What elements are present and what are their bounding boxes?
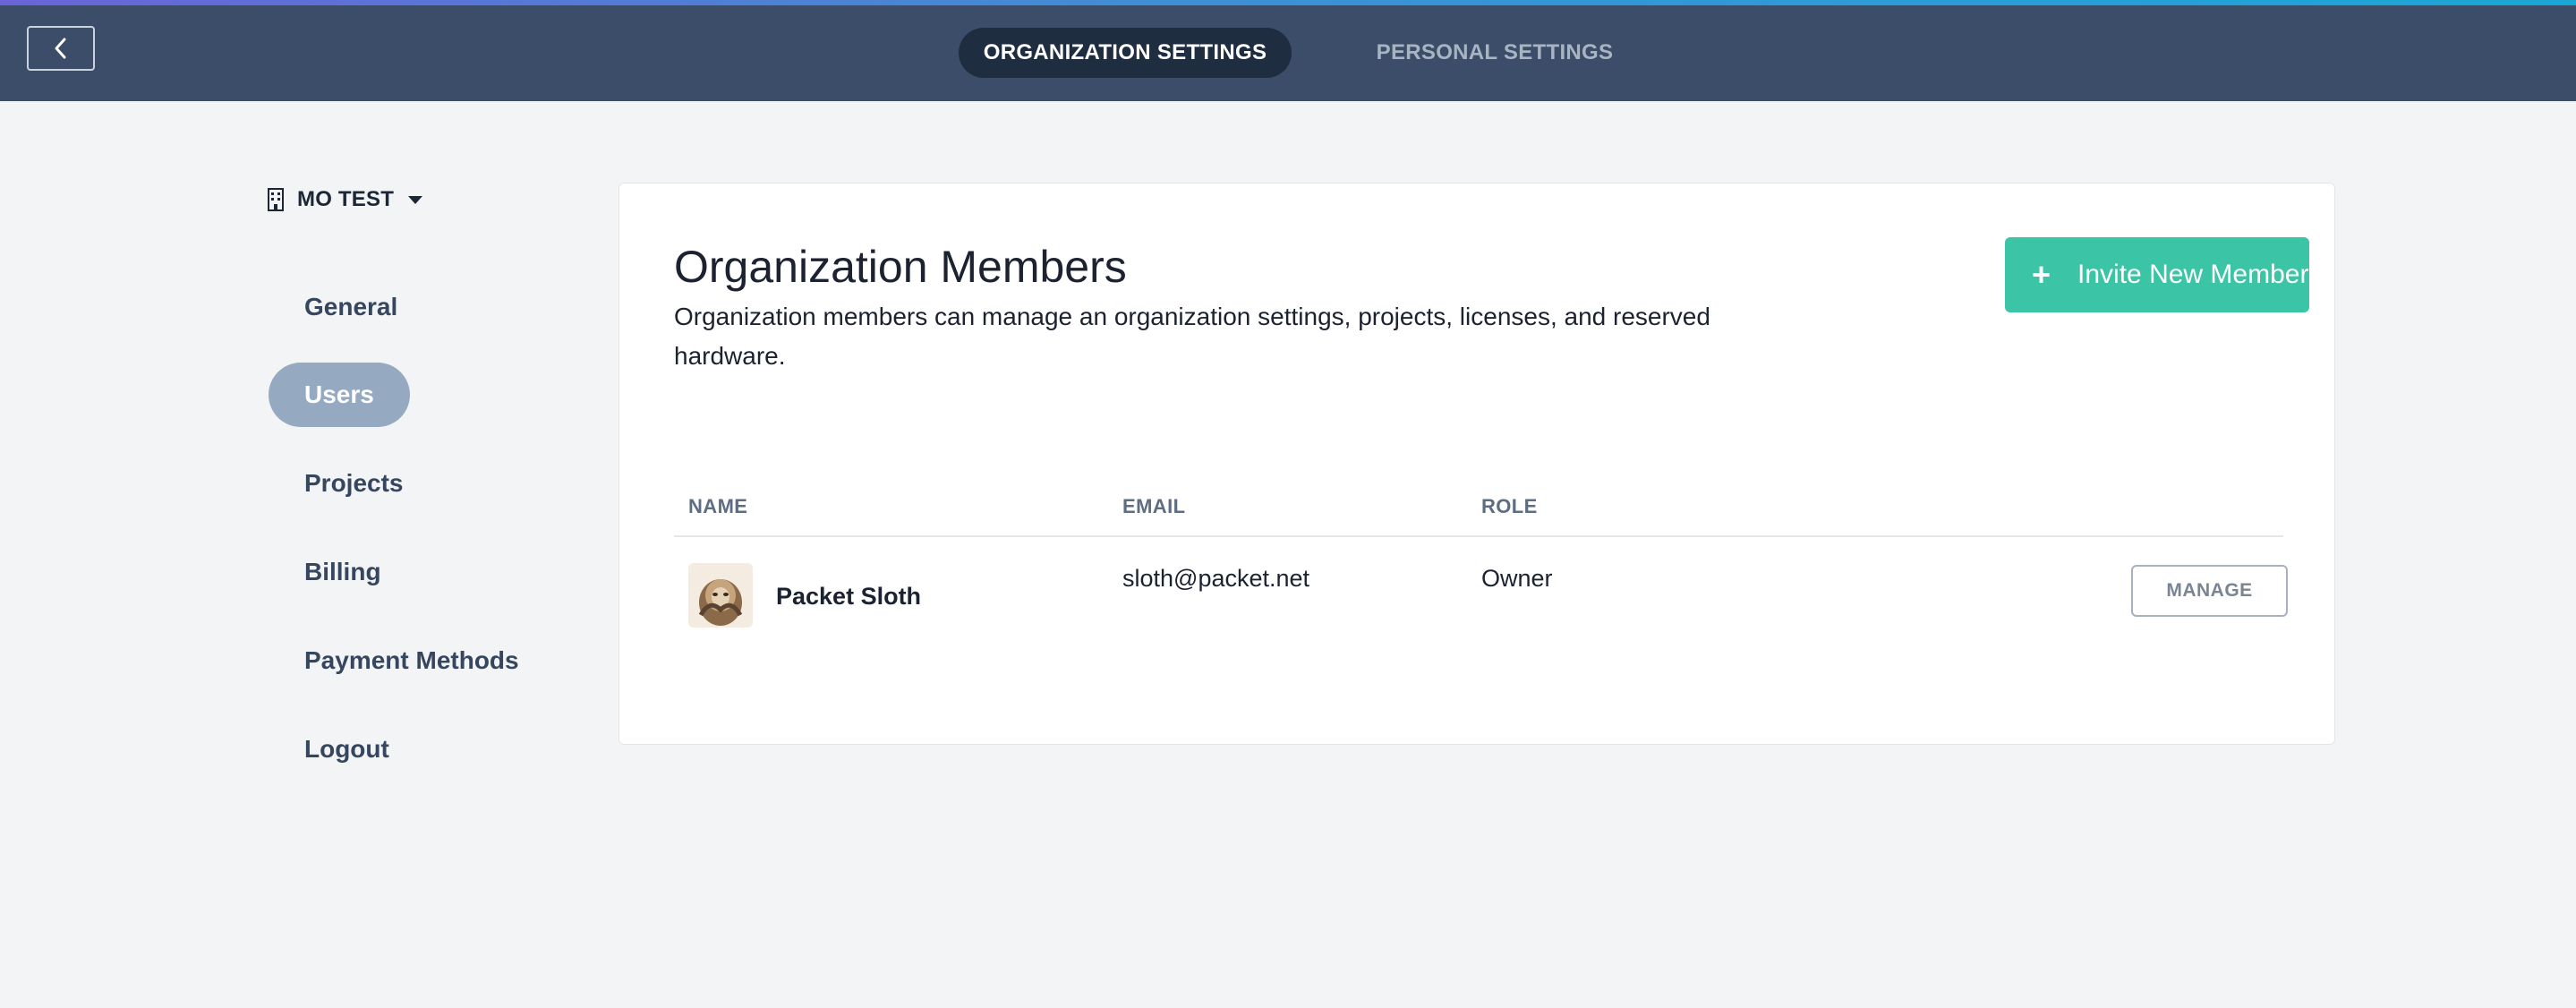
tab-organization-settings[interactable]: ORGANIZATION SETTINGS: [959, 28, 1292, 78]
column-header-email: EMAIL: [1122, 495, 1186, 517]
sidebar-item-payment-methods[interactable]: Payment Methods: [269, 628, 555, 693]
manage-button[interactable]: MANAGE: [2131, 565, 2288, 617]
sidebar-item-general[interactable]: General: [269, 275, 433, 339]
page-description: Organization members can manage an organ…: [674, 303, 1710, 370]
top-header: ORGANIZATION SETTINGS PERSONAL SETTINGS: [0, 5, 2576, 101]
member-name: Packet Sloth: [776, 583, 922, 610]
organization-switcher[interactable]: MO TEST: [267, 184, 423, 216]
column-header-role: ROLE: [1481, 495, 1538, 517]
chevron-left-icon: [55, 38, 66, 59]
sidebar-item-projects[interactable]: Projects: [269, 451, 439, 516]
building-icon: [268, 188, 284, 211]
plus-icon: +: [2032, 256, 2051, 293]
table-header-divider: [674, 535, 2283, 537]
sidebar-item-billing[interactable]: Billing: [269, 540, 417, 604]
page-title: Organization Members: [674, 242, 1127, 292]
invite-new-member-button[interactable]: + Invite New Member: [2005, 237, 2309, 312]
avatar: [688, 563, 753, 628]
back-button[interactable]: [27, 26, 95, 71]
table-row: Packet Sloth sloth@packet.net Owner MANA…: [674, 538, 2288, 645]
sidebar-item-logout[interactable]: Logout: [269, 717, 425, 782]
member-role: Owner: [1481, 565, 1553, 592]
member-email: sloth@packet.net: [1122, 565, 1310, 592]
column-header-name: NAME: [688, 495, 748, 517]
members-card: Organization Members Organization member…: [618, 183, 2335, 745]
caret-down-icon: [408, 195, 423, 204]
organization-name: MO TEST: [297, 187, 395, 211]
tab-personal-settings[interactable]: PERSONAL SETTINGS: [1343, 28, 1647, 78]
invite-button-label: Invite New Member: [2077, 260, 2309, 289]
sidebar-item-users[interactable]: Users: [269, 363, 410, 427]
